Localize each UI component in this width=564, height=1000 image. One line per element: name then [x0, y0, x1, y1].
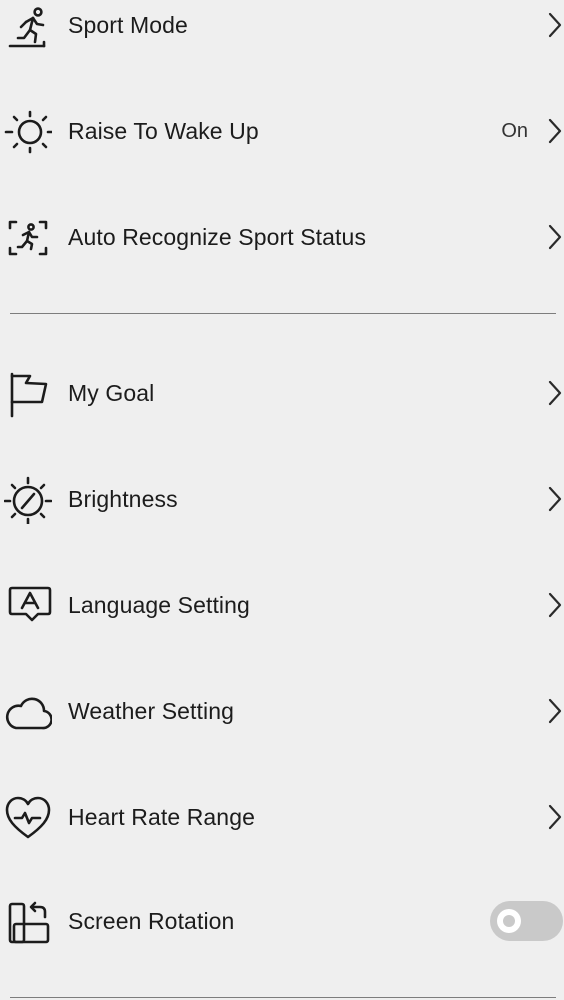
toggle-knob [497, 909, 521, 933]
my-goal-label: My Goal [68, 380, 155, 406]
brightness-icon [4, 476, 52, 524]
raise-to-wake-label: Raise To Wake Up [68, 118, 259, 144]
chevron-right-icon [548, 486, 562, 512]
heart-rate-range-label: Heart Rate Range [68, 804, 255, 830]
sport-mode-icon [4, 2, 52, 50]
language-setting-label: Language Setting [68, 592, 250, 618]
chevron-right-icon [548, 224, 562, 250]
chevron-right-icon [548, 592, 562, 618]
sport-mode-row[interactable]: Sport Mode [0, 0, 564, 64]
brightness-label: Brightness [68, 486, 178, 512]
chevron-right-icon [548, 118, 562, 144]
language-setting-row[interactable]: Language Setting [0, 564, 564, 644]
chevron-right-icon [548, 380, 562, 406]
auto-recognize-icon [4, 214, 52, 262]
section-divider [10, 997, 556, 998]
auto-recognize-row[interactable]: Auto Recognize Sport Status [0, 196, 564, 276]
raise-to-wake-value: On [501, 120, 528, 142]
weather-setting-label: Weather Setting [68, 698, 235, 724]
chevron-right-icon [548, 698, 562, 724]
sport-mode-label: Sport Mode [68, 12, 188, 38]
language-icon [4, 582, 52, 630]
chevron-right-icon [548, 12, 562, 38]
screen-rotation-label: Screen Rotation [68, 908, 235, 934]
flag-icon [4, 370, 52, 418]
my-goal-row[interactable]: My Goal [0, 352, 564, 432]
weather-setting-row[interactable]: Weather Setting [0, 670, 564, 750]
chevron-right-icon [548, 804, 562, 830]
sun-icon [4, 108, 52, 156]
section-divider [10, 313, 556, 314]
screen-rotation-toggle[interactable] [490, 901, 563, 941]
brightness-row[interactable]: Brightness [0, 458, 564, 538]
cloud-icon [4, 688, 52, 736]
raise-to-wake-row[interactable]: Raise To Wake Up On [0, 90, 564, 170]
heart-rate-range-row[interactable]: Heart Rate Range [0, 776, 564, 856]
auto-recognize-label: Auto Recognize Sport Status [68, 224, 367, 250]
screen-rotation-row: Screen Rotation [0, 880, 564, 960]
heart-rate-icon [4, 794, 52, 842]
screen-rotation-icon [4, 898, 52, 946]
